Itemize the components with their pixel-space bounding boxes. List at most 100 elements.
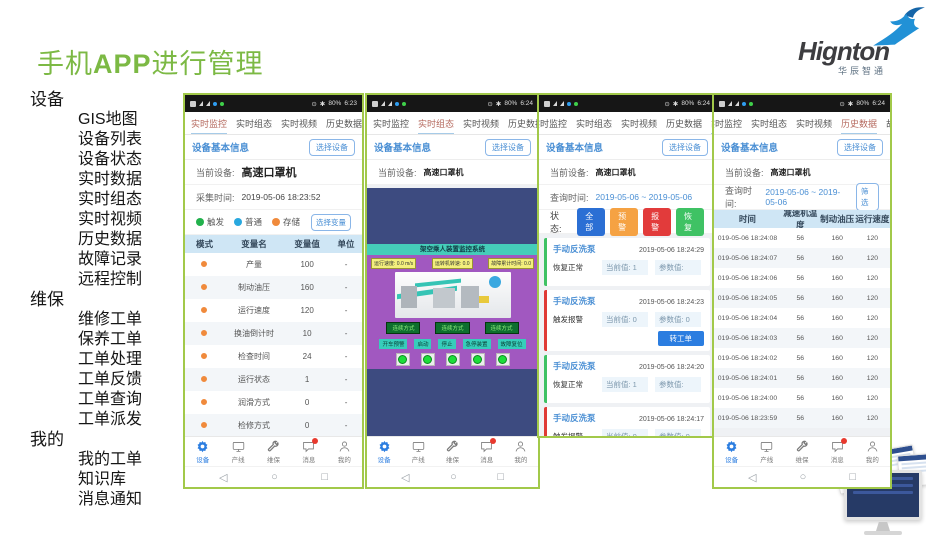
query-time-value[interactable]: 2019-05-06 ~ 2019-05-06 bbox=[596, 192, 693, 202]
storage-mode-icon bbox=[201, 376, 207, 382]
tab-bar: 实时监控实时组态实时视频历史数据故障记录远程控制 bbox=[185, 112, 362, 135]
nav-item-设备[interactable]: 设备 bbox=[185, 437, 220, 466]
outline-group-label: 设备 bbox=[30, 90, 142, 110]
tab-实时监控[interactable]: 实时监控 bbox=[714, 112, 742, 135]
outline-item: 工单派发 bbox=[30, 410, 142, 430]
scada-mode-button[interactable]: 连续方式 bbox=[386, 322, 420, 334]
scada-control-停止[interactable]: 停止 bbox=[438, 339, 455, 349]
tab-实时视频[interactable]: 实时视频 bbox=[621, 112, 657, 135]
android-home-button[interactable]: ○ bbox=[271, 471, 278, 483]
query-time-value[interactable]: 2019-05-06 ~ 2019-05-06 bbox=[765, 187, 849, 207]
select-device-button[interactable]: 选择设备 bbox=[662, 139, 708, 156]
scada-control-开车预警[interactable]: 开车预警 bbox=[379, 339, 407, 349]
tab-实时监控[interactable]: 实时监控 bbox=[373, 112, 409, 135]
tab-历史数据[interactable]: 历史数据 bbox=[666, 112, 702, 135]
android-recents-button[interactable]: □ bbox=[497, 471, 504, 483]
android-back-button[interactable]: ◁ bbox=[401, 471, 409, 484]
gearbox-temp: 56 bbox=[781, 235, 820, 242]
scada-mode-button[interactable]: 连续方式 bbox=[435, 322, 469, 334]
filter-恢复[interactable]: 恢复 bbox=[676, 208, 704, 236]
tab-故障记录[interactable]: 故障记录 bbox=[886, 112, 890, 135]
android-home-button[interactable]: ○ bbox=[450, 471, 457, 483]
nav-label: 维保 bbox=[446, 454, 459, 464]
gearbox-temp: 56 bbox=[781, 255, 820, 262]
alarm-clock-icon: ⊙ bbox=[664, 100, 669, 108]
table-row: 制动油压160- bbox=[185, 276, 362, 299]
tab-实时组态[interactable]: 实时组态 bbox=[236, 112, 272, 135]
status-dot-blue-icon bbox=[567, 102, 571, 106]
nav-item-产线[interactable]: 产线 bbox=[220, 437, 255, 466]
tab-历史数据[interactable]: 历史数据 bbox=[841, 112, 877, 135]
android-recents-button[interactable]: □ bbox=[849, 471, 856, 483]
indicator-lamp bbox=[496, 353, 510, 366]
variable-name: 产量 bbox=[224, 259, 284, 270]
select-device-button[interactable]: 选择设备 bbox=[485, 139, 531, 156]
legend-dot-icon bbox=[272, 218, 280, 226]
select-variable-button[interactable]: 选择变量 bbox=[311, 214, 351, 231]
page-title: 手机APP进行管理 bbox=[37, 42, 264, 81]
gearbox-temp: 56 bbox=[781, 275, 820, 282]
tab-实时视频[interactable]: 实时视频 bbox=[796, 112, 832, 135]
tab-历史数据[interactable]: 历史数据 bbox=[326, 112, 362, 135]
nav-item-消息[interactable]: 消息 bbox=[820, 437, 855, 466]
nav-item-消息[interactable]: 消息 bbox=[470, 437, 504, 466]
nav-label: 消息 bbox=[302, 454, 315, 464]
tab-实时监控[interactable]: 实时监控 bbox=[191, 112, 227, 135]
scada-mode-button[interactable]: 连续方式 bbox=[485, 322, 519, 334]
outline-item: 维修工单 bbox=[30, 310, 142, 330]
to-workorder-button[interactable]: 转工单 bbox=[658, 331, 705, 346]
filter-全部[interactable]: 全部 bbox=[577, 208, 605, 236]
tab-实时组态[interactable]: 实时组态 bbox=[576, 112, 612, 135]
mode-cell bbox=[185, 352, 224, 361]
tab-实时视频[interactable]: 实时视频 bbox=[463, 112, 499, 135]
nav-item-我的[interactable]: 我的 bbox=[327, 437, 362, 466]
alarm-status: 触发报警 bbox=[553, 314, 595, 325]
alarm-clock-icon: ⊙ bbox=[311, 100, 316, 108]
select-device-button[interactable]: 选择设备 bbox=[837, 139, 883, 156]
nav-item-维保[interactable]: 维保 bbox=[435, 437, 469, 466]
run-speed: 120 bbox=[855, 235, 890, 242]
scada-control-故障复位[interactable]: 故障复位 bbox=[498, 339, 526, 349]
storage-mode-icon bbox=[201, 284, 207, 290]
tab-历史数据[interactable]: 历史数据 bbox=[508, 112, 538, 135]
nav-item-消息[interactable]: 消息 bbox=[291, 437, 326, 466]
device-label: 当前设备: bbox=[196, 166, 235, 179]
tab-实时视频[interactable]: 实时视频 bbox=[281, 112, 317, 135]
nav-item-产线[interactable]: 产线 bbox=[749, 437, 784, 466]
brake-pressure: 160 bbox=[820, 275, 855, 282]
scada-control-启动[interactable]: 启动 bbox=[414, 339, 431, 349]
device-label: 当前设备: bbox=[550, 166, 589, 179]
nav-item-我的[interactable]: 我的 bbox=[504, 437, 538, 466]
nav-item-维保[interactable]: 维保 bbox=[256, 437, 291, 466]
scada-control-急停装置[interactable]: 急停装置 bbox=[463, 339, 491, 349]
card-header: 手动反洗泵2019-05-06 18:24:20 bbox=[553, 360, 704, 372]
filter-报警[interactable]: 报警 bbox=[643, 208, 671, 236]
tab-实时组态[interactable]: 实时组态 bbox=[751, 112, 787, 135]
outline-item: 实时数据 bbox=[30, 170, 142, 190]
nav-item-设备[interactable]: 设备 bbox=[714, 437, 749, 466]
table-row: 019-05-06 18:24:0256160120 bbox=[714, 348, 890, 368]
nav-item-产线[interactable]: 产线 bbox=[401, 437, 435, 466]
nav-item-设备[interactable]: 设备 bbox=[367, 437, 401, 466]
android-nav-bar: ◁ ○ □ bbox=[185, 466, 362, 487]
history-table-header: 时间减速机温度制动油压运行速度 bbox=[714, 210, 890, 228]
filter-button[interactable]: 筛选 bbox=[856, 183, 879, 211]
alarm-timestamp: 2019-05-06 18:24:29 bbox=[639, 247, 704, 254]
nav-item-我的[interactable]: 我的 bbox=[855, 437, 890, 466]
card-values: 恢复正常当前值: 1参数值: bbox=[553, 377, 704, 392]
android-back-button[interactable]: ◁ bbox=[219, 471, 227, 484]
tab-实时组态[interactable]: 实时组态 bbox=[418, 112, 454, 135]
nav-label: 设备 bbox=[196, 454, 209, 464]
android-back-button[interactable]: ◁ bbox=[748, 471, 756, 484]
select-device-button[interactable]: 选择设备 bbox=[309, 139, 355, 156]
scada-title: 架空乘人装置监控系统 bbox=[367, 244, 538, 255]
history-time: 019-05-06 18:24:05 bbox=[714, 295, 781, 302]
card-actions: 转工单 bbox=[553, 331, 704, 346]
nav-item-维保[interactable]: 维保 bbox=[784, 437, 819, 466]
production-line-icon bbox=[232, 440, 245, 453]
android-home-button[interactable]: ○ bbox=[800, 471, 807, 483]
android-recents-button[interactable]: □ bbox=[321, 471, 328, 483]
wrench-icon bbox=[267, 440, 280, 453]
filter-预警[interactable]: 预警 bbox=[610, 208, 638, 236]
tab-实时监控[interactable]: 实时监控 bbox=[539, 112, 567, 135]
